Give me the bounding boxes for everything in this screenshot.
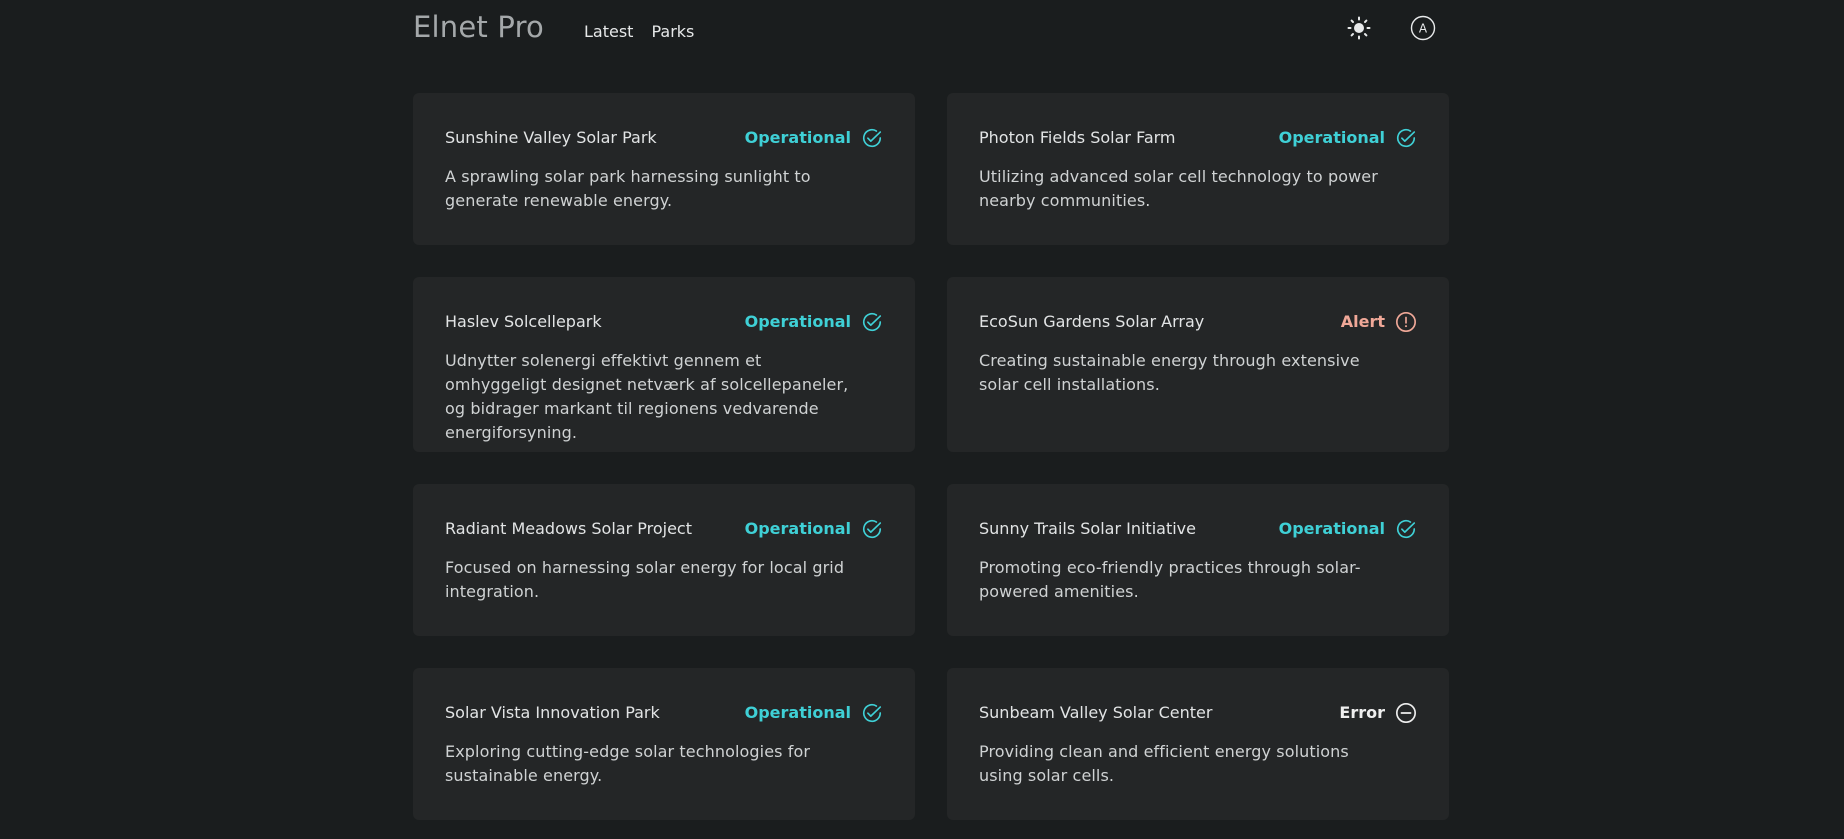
theme-toggle-button[interactable] — [1343, 14, 1375, 46]
status-label: Operational — [744, 312, 851, 331]
park-name: Photon Fields Solar Farm — [979, 128, 1176, 147]
status-label: Operational — [744, 128, 851, 147]
status-badge: Error — [1339, 702, 1417, 724]
check-circle-icon — [861, 518, 883, 540]
check-circle-icon — [1395, 518, 1417, 540]
park-name: EcoSun Gardens Solar Array — [979, 312, 1205, 331]
nav-parks[interactable]: Parks — [651, 22, 694, 42]
check-circle-icon — [861, 127, 883, 149]
park-card-header: Radiant Meadows Solar Project Operational — [445, 516, 883, 542]
check-circle-icon — [861, 311, 883, 333]
park-description: Focused on harnessing solar energy for l… — [445, 558, 845, 601]
park-description: Providing clean and efficient energy sol… — [979, 742, 1349, 785]
park-card[interactable]: Solar Vista Innovation Park Operational Ex… — [413, 668, 915, 820]
park-card[interactable]: Sunny Trails Solar Initiative Operational… — [947, 484, 1449, 636]
minus-circle-icon — [1395, 702, 1417, 724]
account-button[interactable]: A — [1407, 14, 1439, 46]
status-badge: Operational — [745, 311, 883, 333]
status-label: Alert — [1340, 312, 1385, 331]
status-badge: Operational — [1279, 127, 1417, 149]
park-name: Haslev Solcellepark — [445, 312, 602, 331]
park-description: Utilizing advanced solar cell technology… — [979, 167, 1378, 210]
parks-grid: Sunshine Valley Solar Park Operational A s… — [413, 93, 1449, 820]
check-circle-icon — [861, 702, 883, 724]
park-card-header: Solar Vista Innovation Park Operational — [445, 700, 883, 726]
park-card-header: Haslev Solcellepark Operational — [445, 309, 883, 335]
status-label: Operational — [1278, 128, 1385, 147]
park-name: Sunny Trails Solar Initiative — [979, 519, 1196, 538]
status-label: Error — [1339, 703, 1385, 722]
brand-logo[interactable]: Elnet Pro — [413, 9, 544, 45]
park-name: Sunshine Valley Solar Park — [445, 128, 657, 147]
park-description: Creating sustainable energy through exte… — [979, 351, 1360, 394]
park-name: Radiant Meadows Solar Project — [445, 519, 692, 538]
top-bar: Elnet Pro Latest Parks A — [413, 0, 1449, 58]
park-card[interactable]: Sunbeam Valley Solar Center Error Providin… — [947, 668, 1449, 820]
svg-text:A: A — [1419, 22, 1428, 36]
page: Elnet Pro Latest Parks A Sunshine Valley… — [0, 0, 1844, 839]
status-label: Operational — [744, 703, 851, 722]
status-badge: Operational — [745, 702, 883, 724]
status-badge: Operational — [1279, 518, 1417, 540]
user-a-icon: A — [1410, 15, 1436, 45]
park-card-header: Sunny Trails Solar Initiative Operational — [979, 516, 1417, 542]
park-description: Promoting eco-friendly practices through… — [979, 558, 1361, 601]
main-nav: Latest Parks — [584, 22, 694, 42]
park-description: A sprawling solar park harnessing sunlig… — [445, 167, 811, 210]
park-card-header: EcoSun Gardens Solar Array Alert — [979, 309, 1417, 335]
status-badge: Alert — [1341, 311, 1417, 333]
park-name: Solar Vista Innovation Park — [445, 703, 660, 722]
park-description: Udnytter solenergi effektivt gennem et o… — [445, 351, 849, 442]
park-name: Sunbeam Valley Solar Center — [979, 703, 1213, 722]
park-card[interactable]: Haslev Solcellepark Operational Udnytter s… — [413, 277, 915, 452]
park-card[interactable]: Photon Fields Solar Farm Operational Utili… — [947, 93, 1449, 245]
status-label: Operational — [1278, 519, 1385, 538]
park-card-header: Photon Fields Solar Farm Operational — [979, 125, 1417, 151]
park-card[interactable]: Radiant Meadows Solar Project Operational… — [413, 484, 915, 636]
status-label: Operational — [744, 519, 851, 538]
park-description: Exploring cutting-edge solar technologie… — [445, 742, 811, 785]
park-card[interactable]: EcoSun Gardens Solar Array Alert Creating … — [947, 277, 1449, 452]
sun-icon — [1347, 16, 1371, 44]
park-card-header: Sunshine Valley Solar Park Operational — [445, 125, 883, 151]
status-badge: Operational — [745, 127, 883, 149]
park-card[interactable]: Sunshine Valley Solar Park Operational A s… — [413, 93, 915, 245]
status-badge: Operational — [745, 518, 883, 540]
nav-latest[interactable]: Latest — [584, 22, 633, 42]
park-card-header: Sunbeam Valley Solar Center Error — [979, 700, 1417, 726]
check-circle-icon — [1395, 127, 1417, 149]
exclamation-circle-icon — [1395, 311, 1417, 333]
